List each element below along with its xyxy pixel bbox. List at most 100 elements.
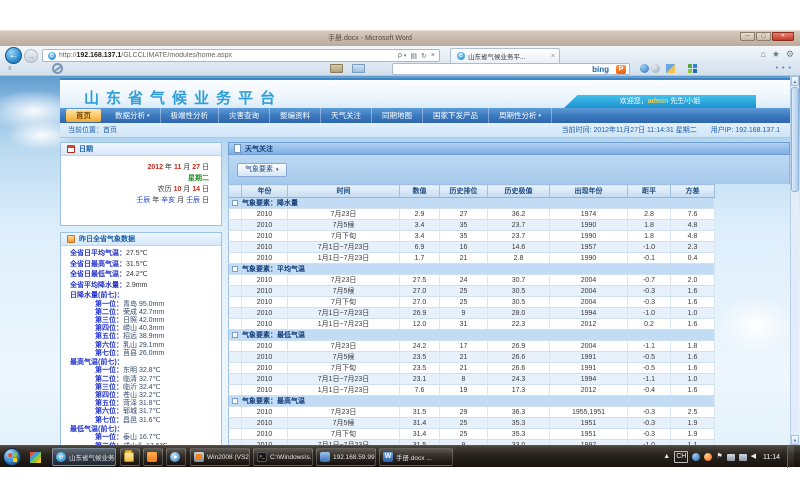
remote-icon xyxy=(320,452,330,462)
table-row[interactable]: 20101月1日~7月23日7.61917.32012-0.41.6 xyxy=(229,385,715,396)
home-icon[interactable]: ⌂ xyxy=(760,49,765,60)
scrollbar-thumb[interactable] xyxy=(791,87,799,192)
table-row[interactable]: 20107月5候23.52126.61991-0.51.6 xyxy=(229,352,715,363)
table-cell: 2010 xyxy=(242,231,288,242)
network-icon[interactable] xyxy=(739,454,747,461)
table-row[interactable]: 20107月下旬3.43523.719901.84.8 xyxy=(229,231,715,242)
start-button[interactable] xyxy=(3,448,21,466)
table-row[interactable]: 20107月5候31.42535.31951-0.31.9 xyxy=(229,418,715,429)
tools-gear-icon[interactable]: ⚙ xyxy=(786,49,794,60)
tab-title[interactable]: 山东省气候业务平... xyxy=(468,51,550,61)
weather-section-title: 最高气温(前七)： xyxy=(61,358,221,368)
group-expand-checkbox[interactable] xyxy=(232,398,238,404)
refresh-icon[interactable]: ↻ xyxy=(421,52,427,60)
table-row[interactable]: 20107月1日~7月23日26.9928.01994-1.01.0 xyxy=(229,308,715,319)
table-row[interactable]: 20107月5候3.43523.719901.84.8 xyxy=(229,220,715,231)
group-expand-checkbox[interactable] xyxy=(232,200,238,206)
main-panel-header: 天气关注 xyxy=(228,142,790,155)
ime-indicator[interactable]: CH xyxy=(674,451,688,463)
search-sparkle-icon[interactable] xyxy=(666,63,675,74)
table-cell: 2004 xyxy=(550,341,628,352)
wallet-icon[interactable] xyxy=(330,64,343,73)
weather-panel-title: 昨日全省气象数据 xyxy=(79,234,135,244)
table-cell: 3.4 xyxy=(400,231,440,242)
taskbar-clock[interactable]: 11:14 xyxy=(763,454,780,461)
show-desktop-button[interactable] xyxy=(787,446,794,468)
taskbar-window-folder[interactable] xyxy=(120,448,140,466)
menu-item-2[interactable]: 数据分析▾ xyxy=(105,108,161,124)
scroll-down-icon[interactable]: ▼ xyxy=(791,435,799,445)
taskbar-window-orange[interactable] xyxy=(143,448,163,466)
taskbar-window-word[interactable]: W手册.docx ... xyxy=(379,448,453,466)
search-icon[interactable]: ρ ▾ xyxy=(398,52,406,59)
table-row[interactable]: 20101月1日~7月23日1.7212.81990-0.10.4 xyxy=(229,253,715,264)
table-row[interactable]: 20101月1日~7月23日12.03122.320120.21.6 xyxy=(229,319,715,330)
menu-item-5[interactable]: 整编资料 xyxy=(270,108,321,123)
browser-tab[interactable]: e 山东省气候业务平... × xyxy=(450,48,560,63)
report-icon xyxy=(67,235,75,243)
address-bar[interactable]: e http://192.168.137.1/GLCCLIMATE/module… xyxy=(42,49,440,62)
coins-icon[interactable] xyxy=(640,63,660,74)
toolbar-close-icon[interactable]: x xyxy=(8,65,12,72)
taskbar-window-cmd[interactable]: >_C:\Windows\s... xyxy=(253,448,313,466)
mail-icon[interactable] xyxy=(352,64,365,73)
table-cell: 1月1日~7月23日 xyxy=(288,319,400,330)
display-icon[interactable] xyxy=(727,454,735,461)
scroll-up-icon[interactable]: ▲ xyxy=(791,76,799,86)
table-row[interactable]: 20107月1日~7月23日23.1824.31994-1.11.0 xyxy=(229,374,715,385)
word-icon: W xyxy=(383,452,393,462)
taskbar-window-ie[interactable]: e山东省气候业务平... xyxy=(52,448,116,466)
table-row[interactable]: 20107月23日2.92736.219742.87.6 xyxy=(229,209,715,220)
background-window-title: 手册.docx - Microsoft Word xyxy=(0,33,740,43)
table-row[interactable]: 20107月1日~7月23日6.91614.61957-1.02.3 xyxy=(229,242,715,253)
taskbar-window-media[interactable] xyxy=(166,448,186,466)
url-text[interactable]: http://192.168.137.1/GLCCLIMATE/modules/… xyxy=(59,52,396,59)
group-expand-checkbox[interactable] xyxy=(232,266,238,272)
table-cell: 3.4 xyxy=(400,220,440,231)
forward-button[interactable]: → xyxy=(24,49,38,63)
messenger-icon[interactable] xyxy=(692,453,700,461)
table-row[interactable]: 20107月5候27.02530.52004-0.31.6 xyxy=(229,286,715,297)
table-row[interactable]: 20107月23日24.21726.92004-1.11.8 xyxy=(229,341,715,352)
taskbar-window-remote[interactable]: 192.168.59.99... xyxy=(316,448,376,466)
maximize-button[interactable]: ▢ xyxy=(756,32,771,41)
toolbar-search-input[interactable]: bing P xyxy=(392,63,630,75)
table-cell: 1.0 xyxy=(671,374,715,385)
table-row[interactable]: 20107月下旬27.02530.52004-0.31.6 xyxy=(229,297,715,308)
table-cell: 1.6 xyxy=(671,286,715,297)
element-select-button[interactable]: 气象要素▾ xyxy=(237,163,287,177)
table-cell: 2010 xyxy=(242,286,288,297)
minimize-button[interactable]: — xyxy=(740,32,755,41)
favorites-star-icon[interactable]: ★ xyxy=(772,49,780,60)
menu-item-6[interactable]: 天气关注 xyxy=(321,108,372,123)
toolbar-overflow-icon[interactable]: • • • xyxy=(776,65,792,72)
firefox-icon[interactable] xyxy=(704,453,712,461)
taskbar-window-vm[interactable]: Win2008 (VS2... xyxy=(190,448,250,466)
table-cell: 1990 xyxy=(550,253,628,264)
menu-item-3[interactable]: 极端性分析 xyxy=(161,108,220,123)
table-row[interactable]: 20107月下旬31.42535.31951-0.31.9 xyxy=(229,429,715,440)
menu-item-9[interactable]: 周期性分析▾ xyxy=(489,108,552,124)
menu-item-4[interactable]: 灾害查询 xyxy=(219,108,270,123)
table-cell: 17 xyxy=(440,341,488,352)
close-button[interactable]: ✕ xyxy=(772,32,794,41)
hidden-icons-caret[interactable]: ▲ xyxy=(663,452,670,462)
group-expand-checkbox[interactable] xyxy=(232,332,238,338)
table-cell: 1991 xyxy=(550,352,628,363)
apps-grid-icon[interactable] xyxy=(688,63,698,74)
stop-icon[interactable]: × xyxy=(431,52,435,59)
table-cell: 4.8 xyxy=(671,231,715,242)
compatibility-icon[interactable]: ▤ xyxy=(410,52,417,60)
page-scrollbar[interactable]: ▲ ▼ xyxy=(790,76,799,445)
quick-launch-icon[interactable] xyxy=(30,452,41,463)
action-center-flag-icon[interactable]: ⚑ xyxy=(716,452,722,462)
table-cell: 7月1日~7月23日 xyxy=(288,374,400,385)
table-row[interactable]: 20107月下旬23.52126.61991-0.51.6 xyxy=(229,363,715,374)
volume-icon[interactable]: ◀ xyxy=(751,452,756,462)
menu-item-7[interactable]: 同期地图 xyxy=(372,108,423,123)
table-row[interactable]: 20107月23日31.52936.31955,1951-0.32.5 xyxy=(229,407,715,418)
menu-item-1[interactable]: 首页 xyxy=(66,109,101,122)
menu-item-8[interactable]: 国家下发产品 xyxy=(423,108,489,123)
table-row[interactable]: 20107月23日27.52430.72004-0.72.0 xyxy=(229,275,715,286)
tab-close-icon[interactable]: × xyxy=(550,53,556,60)
